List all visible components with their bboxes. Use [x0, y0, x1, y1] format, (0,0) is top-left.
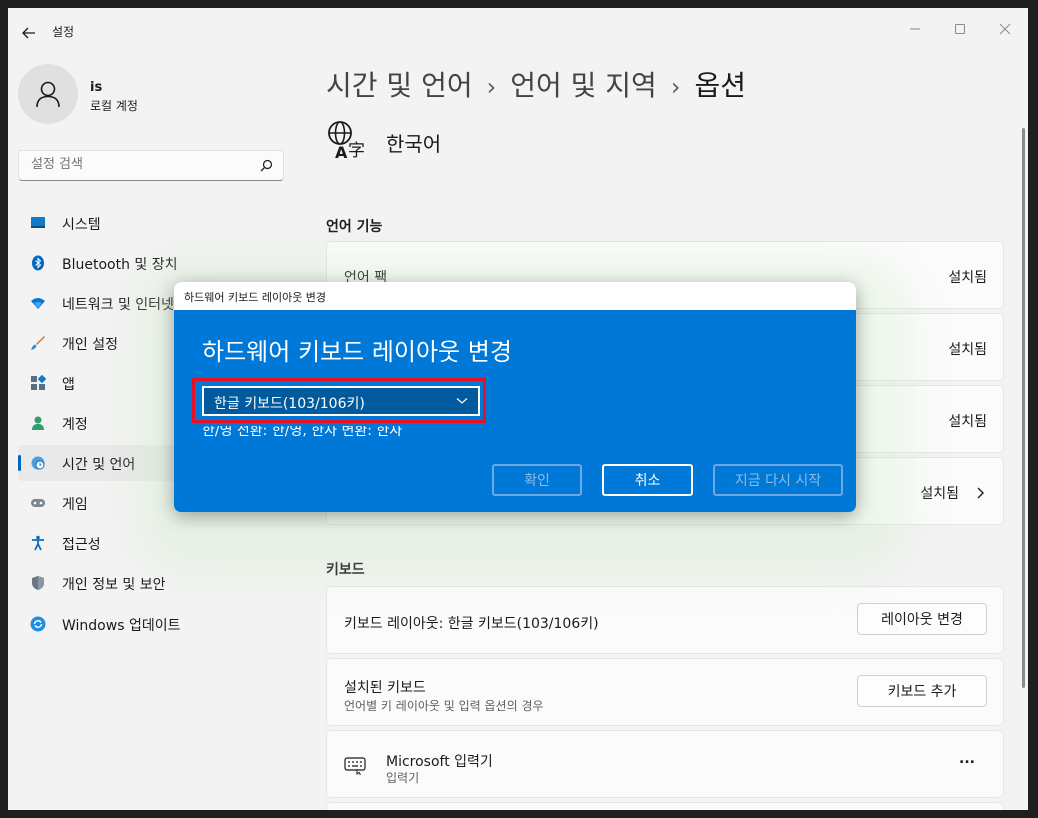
dialog-window-title: 하드웨어 키보드 레이아웃 변경 — [184, 291, 327, 304]
change-layout-button[interactable]: 레이아웃 변경 — [857, 603, 987, 635]
gamepad-icon — [31, 499, 45, 507]
page-title: 옵션 — [694, 69, 746, 102]
next-row — [326, 802, 1004, 810]
sidebar-item-system[interactable]: 시스템 — [18, 205, 300, 241]
status-text: 설치됨 — [948, 414, 987, 430]
chevron-right-icon: › — [486, 73, 497, 101]
chevron-right-icon: › — [670, 73, 681, 101]
dialog-note: 한/영 전환: 한/영, 한자 변환: 한자 — [202, 423, 403, 439]
breadcrumb-language-region[interactable]: 언어 및 지역 — [510, 69, 657, 102]
keyboard-layout-label: 키보드 레이아웃: 한글 키보드(103/106키) — [344, 616, 599, 632]
dialog-title-bar: 하드웨어 키보드 레이아웃 변경 — [174, 282, 856, 310]
ime-name: Microsoft 입력기 — [386, 754, 493, 770]
arrow-left-icon — [22, 27, 35, 39]
keyboard-icon — [344, 757, 366, 775]
breadcrumb-time-language[interactable]: 시간 및 언어 — [326, 69, 473, 102]
change-keyboard-layout-dialog: 하드웨어 키보드 레이아웃 변경 하드웨어 키보드 레이아웃 변경 한글 키보드… — [174, 282, 856, 512]
installed-keyboards-subtitle: 언어별 키 레이아웃 및 입력 옵션의 경우 — [344, 699, 544, 713]
restart-now-button[interactable]: 지금 다시 시작 — [713, 464, 843, 496]
update-icon — [30, 616, 46, 632]
search-icon — [260, 159, 273, 172]
sidebar-item-label: 계정 — [62, 417, 88, 433]
svg-text:字: 字 — [348, 141, 365, 160]
sidebar-item-windows-update[interactable]: Windows 업데이트 — [18, 606, 300, 642]
sidebar-item-label: 게임 — [62, 497, 88, 513]
ime-subtitle: 입력기 — [386, 771, 420, 785]
selected-layout: 한글 키보드(103/106키) — [214, 396, 365, 412]
maximize-button[interactable] — [937, 14, 983, 44]
maximize-icon — [955, 24, 965, 34]
close-button[interactable] — [982, 14, 1028, 44]
add-keyboard-button[interactable]: 키보드 추가 — [857, 675, 987, 707]
status-text: 설치됨 — [920, 486, 959, 502]
settings-window: 설정 is 로컬 계정 시스템 Bluetooth 및 장치 — [8, 8, 1028, 810]
status-text: 설치됨 — [948, 342, 987, 358]
ok-button[interactable]: 확인 — [492, 464, 582, 496]
more-options-button[interactable]: ... — [959, 751, 975, 767]
close-icon — [999, 23, 1011, 35]
search-input[interactable] — [29, 156, 253, 173]
shield-icon — [32, 576, 44, 590]
accessibility-icon — [32, 535, 44, 551]
cancel-button[interactable]: 취소 — [602, 464, 693, 496]
globe-clock-icon — [31, 456, 45, 470]
user-account-type: 로컬 계정 — [90, 99, 138, 113]
brush-icon — [31, 336, 45, 350]
dialog-heading: 하드웨어 키보드 레이아웃 변경 — [202, 338, 512, 366]
user-name: is — [90, 80, 103, 95]
monitor-icon — [31, 217, 45, 228]
status-text: 설치됨 — [948, 270, 987, 286]
sidebar-item-label: 시간 및 언어 — [62, 457, 136, 473]
back-button[interactable] — [18, 22, 40, 44]
sidebar-item-label: Windows 업데이트 — [62, 618, 181, 634]
search-box[interactable] — [18, 150, 284, 181]
sidebar-item-label: 접근성 — [62, 537, 101, 553]
person-icon — [36, 81, 60, 108]
minimize-button[interactable] — [892, 14, 938, 44]
avatar[interactable] — [18, 64, 78, 124]
installed-keyboards-row: 설치된 키보드 언어별 키 레이아웃 및 입력 옵션의 경우 키보드 추가 — [326, 658, 1004, 726]
app-title: 설정 — [52, 25, 75, 39]
sidebar-item-label: 시스템 — [62, 217, 101, 233]
sidebar-item-label: 개인 정보 및 보안 — [62, 577, 166, 593]
bluetooth-icon — [32, 255, 44, 271]
chevron-down-icon — [456, 398, 468, 404]
chevron-right-icon — [977, 487, 984, 499]
apps-icon — [31, 375, 46, 390]
sidebar-item-label: 개인 설정 — [62, 337, 118, 353]
breadcrumb: 시간 및 언어 › 언어 및 지역 › 옵션 — [326, 64, 746, 104]
minimize-icon — [910, 28, 920, 30]
wifi-icon — [31, 298, 45, 309]
installed-keyboards-label: 설치된 키보드 — [344, 680, 426, 696]
person-icon — [32, 416, 44, 430]
scrollbar[interactable] — [1022, 128, 1025, 688]
sidebar-item-label: 앱 — [62, 377, 75, 393]
language-icon: A 字 — [328, 121, 365, 160]
keyboard-layout-select[interactable]: 한글 키보드(103/106키) — [202, 386, 480, 416]
active-indicator — [18, 455, 21, 471]
svg-text:A: A — [335, 143, 348, 160]
ime-row: Microsoft 입력기 입력기 ... — [326, 730, 1004, 798]
title-bar: 설정 — [8, 8, 1028, 56]
language-name: 한국어 — [386, 132, 442, 156]
language-features-heading: 언어 기능 — [326, 219, 383, 235]
keyboard-layout-row: 키보드 레이아웃: 한글 키보드(103/106키) 레이아웃 변경 — [326, 586, 1004, 654]
